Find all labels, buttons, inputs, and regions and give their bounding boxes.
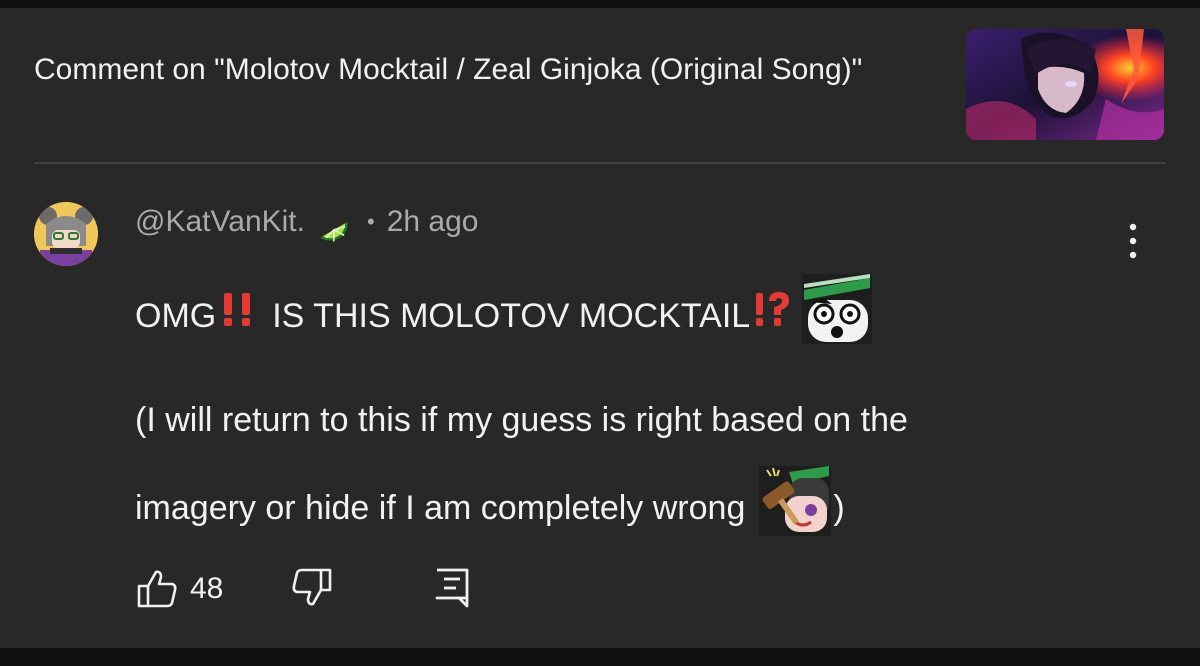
comment-text-line: (I will return to this if my guess is ri… — [135, 401, 908, 439]
video-thumbnail[interactable] — [966, 29, 1164, 140]
meta-separator: • — [366, 209, 375, 234]
hammer-face-emote-icon — [759, 466, 832, 549]
comment-text-line: imagery or hide if I am completely wrong… — [135, 466, 845, 549]
comment-text-part: imagery or hide if I am completely wrong — [135, 488, 746, 527]
comment-text-line: OMG IS THIS MOLOTOV MOCKTAIL — [135, 274, 873, 357]
comment-actions: 48 — [0, 566, 1200, 616]
double-exclamation-icon — [218, 289, 258, 342]
exclamation-question-icon — [752, 289, 794, 342]
page-title: Comment on "Molotov Mocktail / Zeal Ginj… — [34, 53, 863, 86]
divider — [34, 162, 1166, 164]
comment-timestamp[interactable]: 2h ago — [387, 205, 479, 239]
shocked-face-emote-icon — [802, 274, 873, 357]
avatar-image — [34, 202, 98, 266]
comment-panel: Comment on "Molotov Mocktail / Zeal Ginj… — [0, 8, 1200, 648]
author-name[interactable]: @KatVanKit. — [135, 205, 305, 239]
comment-text-part: IS THIS MOLOTOV MOCKTAIL — [272, 296, 751, 335]
avatar[interactable] — [34, 202, 98, 266]
reply-icon[interactable] — [433, 566, 473, 615]
comment-text-part: ) — [833, 488, 845, 527]
lime-slice-icon — [311, 200, 355, 244]
comment-text-part: OMG — [135, 296, 217, 335]
thumbs-up-icon[interactable] — [135, 566, 179, 615]
thumbnail-image — [966, 29, 1164, 140]
more-options-icon[interactable] — [1119, 221, 1147, 261]
like-count: 48 — [190, 572, 224, 605]
comment-meta: @KatVanKit. • 2h ago — [135, 200, 478, 244]
thumbs-down-icon[interactable] — [290, 566, 334, 615]
